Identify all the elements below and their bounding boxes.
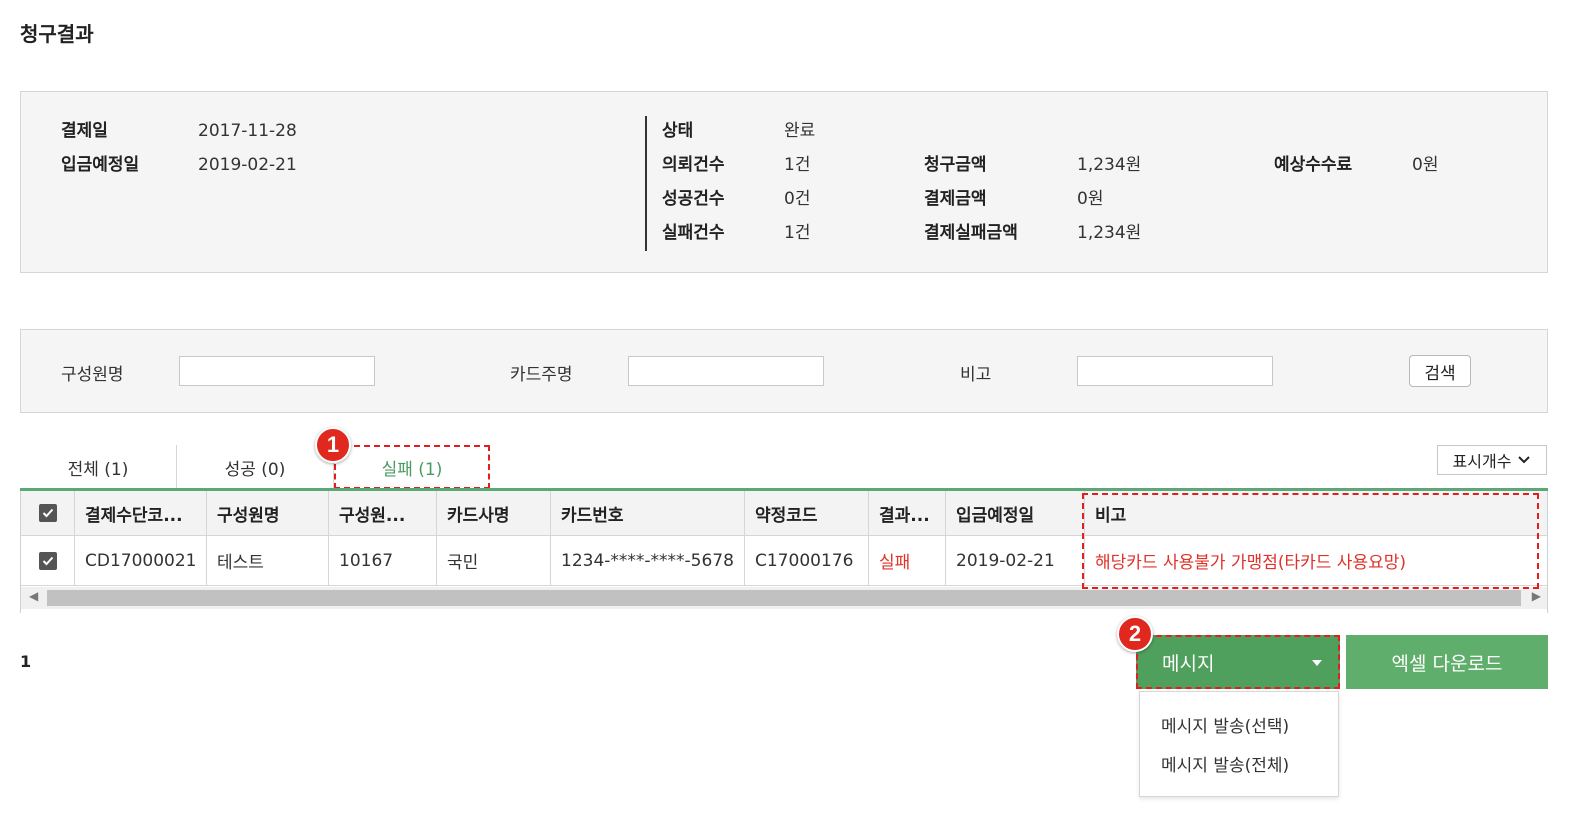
- paid-amount-value: 0원: [1077, 189, 1104, 209]
- member-name-label: 구성원명: [61, 365, 124, 385]
- page-size-label: 표시개수: [1452, 452, 1512, 471]
- excel-download-button[interactable]: 엑셀 다운로드: [1346, 635, 1548, 689]
- note-input[interactable]: [1077, 356, 1273, 386]
- cell-contract-code: C17000176: [745, 536, 869, 585]
- col-header-member-name[interactable]: 구성원명: [207, 491, 329, 535]
- menu-item-send-selected[interactable]: 메시지 발송(선택): [1161, 712, 1289, 737]
- scroll-left-icon[interactable]: ◀: [29, 589, 38, 603]
- search-panel: 구성원명 카드주명 비고 검색: [20, 329, 1548, 413]
- request-count-label: 의뢰건수: [662, 155, 725, 175]
- card-owner-input[interactable]: [628, 356, 824, 386]
- horizontal-scrollbar[interactable]: ◀ ▶: [21, 587, 1547, 609]
- cell-result: 실패: [869, 536, 946, 585]
- cell-payment-code: CD17000021: [75, 536, 207, 585]
- summary-divider: [645, 116, 647, 251]
- cell-deposit-date: 2019-02-21: [946, 536, 1085, 585]
- success-count-value: 0건: [784, 189, 811, 209]
- request-count-value: 1건: [784, 155, 811, 175]
- payment-date-label: 결제일: [61, 121, 108, 141]
- scroll-right-icon[interactable]: ▶: [1532, 589, 1541, 603]
- cell-card-company: 국민: [437, 536, 551, 585]
- cell-note: 해당카드 사용불가 가맹점(타카드 사용요망): [1095, 553, 1406, 573]
- table-row[interactable]: CD17000021 테스트 10167 국민 1234-****-****-5…: [21, 536, 1547, 586]
- status-value: 완료: [784, 121, 816, 141]
- billed-amount-label: 청구금액: [924, 155, 987, 175]
- checkbox-icon: [38, 551, 57, 570]
- annotation-badge-2: 2: [1117, 616, 1153, 652]
- col-header-payment-code[interactable]: 결제수단코...: [75, 491, 207, 535]
- col-header-deposit-date[interactable]: 입금예정일: [946, 491, 1085, 535]
- paid-amount-label: 결제금액: [924, 189, 987, 209]
- search-button[interactable]: 검색: [1409, 355, 1471, 387]
- fail-count-label: 실패건수: [662, 223, 725, 243]
- col-header-note[interactable]: 비고: [1085, 491, 1547, 535]
- annotation-badge-1: 1: [315, 427, 351, 463]
- deposit-date-label: 입금예정일: [61, 155, 140, 175]
- fail-count-value: 1건: [784, 223, 811, 243]
- col-header-card-company[interactable]: 카드사명: [437, 491, 551, 535]
- caret-down-icon: [1312, 660, 1322, 666]
- select-all-checkbox[interactable]: [21, 491, 75, 535]
- tab-all[interactable]: 전체 (1): [20, 445, 176, 489]
- message-button-label: 메시지: [1162, 652, 1215, 675]
- col-header-contract-code[interactable]: 약정코드: [745, 491, 869, 535]
- status-label: 상태: [662, 121, 694, 141]
- note-label: 비고: [960, 365, 992, 385]
- message-dropdown-menu: 메시지 발송(선택) 메시지 발송(전체): [1139, 691, 1339, 797]
- message-button[interactable]: 메시지: [1136, 635, 1340, 689]
- scrollbar-thumb[interactable]: [47, 590, 1521, 606]
- result-table: 결제수단코... 구성원명 구성원... 카드사명 카드번호 약정코드 결과..…: [20, 491, 1548, 613]
- cell-member-name: 테스트: [207, 536, 329, 585]
- cell-card-number: 1234-****-****-5678: [551, 536, 745, 585]
- row-checkbox[interactable]: [21, 536, 75, 585]
- checkbox-icon: [38, 504, 57, 522]
- failed-amount-value: 1,234원: [1077, 223, 1142, 243]
- page-size-select[interactable]: 표시개수: [1437, 445, 1547, 475]
- col-header-member-no[interactable]: 구성원...: [329, 491, 437, 535]
- chevron-down-icon: [1518, 456, 1531, 464]
- card-owner-label: 카드주명: [510, 365, 573, 385]
- col-header-result[interactable]: 결과...: [869, 491, 946, 535]
- failed-amount-label: 결제실패금액: [924, 223, 1018, 243]
- payment-date-value: 2017-11-28: [198, 121, 297, 141]
- pagination-current[interactable]: 1: [20, 652, 31, 671]
- page-title: 청구결과: [20, 22, 94, 46]
- member-name-input[interactable]: [179, 356, 375, 386]
- tab-fail[interactable]: 실패 (1): [334, 445, 490, 489]
- expected-fee-label: 예상수수료: [1274, 155, 1353, 175]
- tab-success[interactable]: 성공 (0): [177, 445, 333, 489]
- col-header-card-number[interactable]: 카드번호: [551, 491, 745, 535]
- table-header: 결제수단코... 구성원명 구성원... 카드사명 카드번호 약정코드 결과..…: [21, 491, 1547, 536]
- summary-panel: 결제일 2017-11-28 입금예정일 2019-02-21 상태 완료 의뢰…: [20, 91, 1548, 273]
- success-count-label: 성공건수: [662, 189, 725, 209]
- expected-fee-value: 0원: [1412, 155, 1439, 175]
- cell-member-no: 10167: [329, 536, 437, 585]
- menu-item-send-all[interactable]: 메시지 발송(전체): [1161, 751, 1289, 776]
- deposit-date-value: 2019-02-21: [198, 155, 297, 175]
- billed-amount-value: 1,234원: [1077, 155, 1142, 175]
